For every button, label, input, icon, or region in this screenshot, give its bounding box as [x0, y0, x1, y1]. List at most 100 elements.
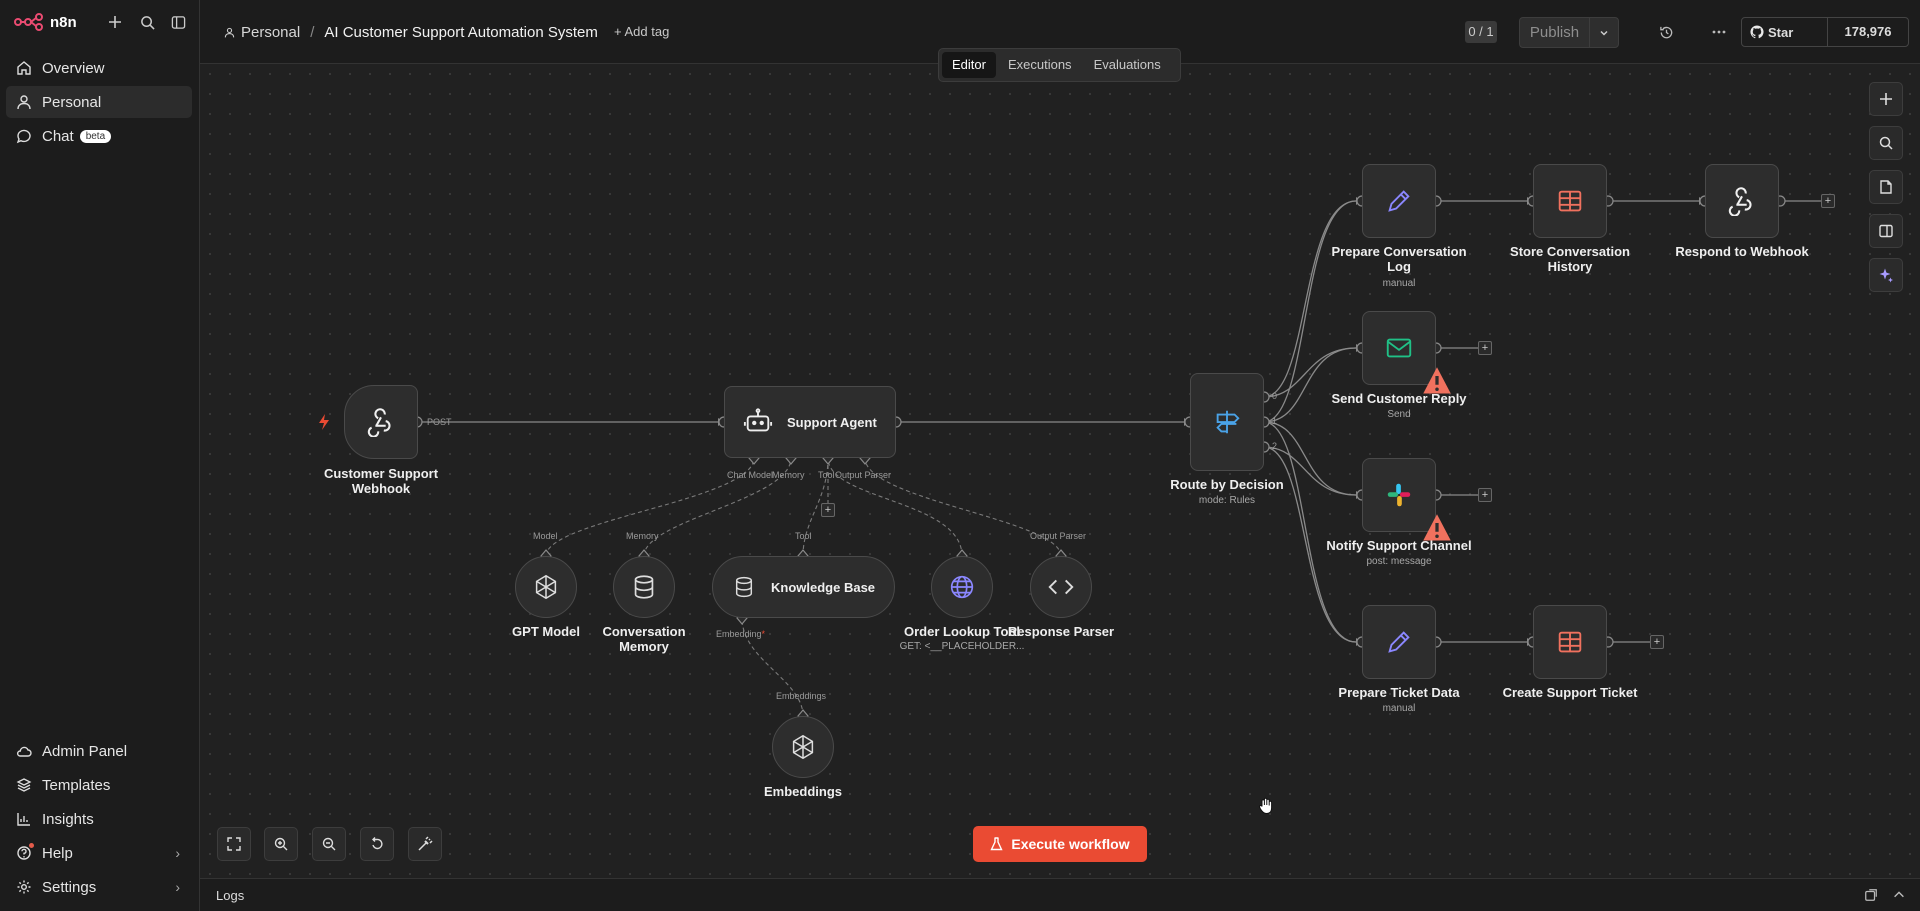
sidebar-item-label: Personal: [42, 93, 102, 111]
github-star-button[interactable]: Star 178,976: [1741, 17, 1909, 47]
mail-icon: [1386, 338, 1412, 358]
workflow-canvas[interactable]: [200, 64, 1920, 878]
sticky-note-button[interactable]: [1869, 170, 1903, 204]
sidebar-item-personal[interactable]: Personal: [6, 86, 192, 118]
add-tag-button[interactable]: + Add tag: [614, 24, 669, 39]
chevron-up-icon[interactable]: [1892, 888, 1906, 902]
node-order-lookup-tool[interactable]: [931, 556, 993, 618]
sidebar-item-overview[interactable]: Overview: [6, 52, 192, 84]
node-embeddings[interactable]: [772, 716, 834, 778]
chat-icon: [16, 129, 31, 144]
node-label: Customer Support Webhook: [323, 466, 439, 496]
sidebar-item-chat[interactable]: Chat beta: [6, 120, 192, 152]
pop-out-icon[interactable]: [1864, 888, 1878, 902]
webhook-icon: [1728, 187, 1752, 216]
node-customer-support-webhook[interactable]: [344, 385, 418, 459]
node-gpt-model[interactable]: [515, 556, 577, 618]
node-label: Notify Support Channel: [1326, 538, 1472, 553]
node-subtitle: Send: [1387, 409, 1411, 420]
sidebar-item-settings[interactable]: Settings ›: [6, 871, 192, 903]
node-send-customer-reply[interactable]: [1362, 311, 1451, 394]
database-icon: [634, 575, 654, 599]
tidy-up-button[interactable]: [408, 827, 442, 861]
collapse-sidebar-icon[interactable]: [168, 12, 188, 32]
workflow-title[interactable]: AI Customer Support Automation System: [324, 24, 597, 41]
sidebar-item-label: Help: [42, 844, 73, 862]
n8n-logo-icon: [14, 13, 43, 31]
fit-view-icon: [227, 837, 241, 851]
chart-icon: [17, 813, 30, 826]
sidebar-item-insights[interactable]: Insights: [6, 803, 192, 835]
undo-button[interactable]: [360, 827, 394, 861]
node-response-parser[interactable]: [1030, 556, 1092, 618]
node-label: Prepare Conversation Log: [1331, 244, 1467, 274]
github-star-label: Star: [1768, 24, 1794, 40]
github-star[interactable]: Star: [1742, 18, 1828, 46]
node-label: Response Parser: [1007, 624, 1115, 639]
zoom-in-button[interactable]: [264, 827, 298, 861]
hand-cursor-icon: [1259, 797, 1273, 815]
node-create-support-ticket[interactable]: [1533, 605, 1607, 679]
node-label: Store Conversation History: [1510, 244, 1630, 274]
tab-executions[interactable]: Executions: [998, 52, 1082, 78]
search-icon: [1879, 136, 1893, 150]
execute-workflow-button[interactable]: Execute workflow: [973, 826, 1147, 862]
node-label: Respond to Webhook: [1675, 244, 1809, 259]
gear-icon: [17, 880, 31, 894]
add-tool-button[interactable]: +: [821, 503, 835, 517]
port-label-post: POST: [427, 417, 452, 427]
node-knowledge-base[interactable]: Knowledge Base: [712, 556, 895, 618]
sidebar-item-help[interactable]: Help ›: [6, 837, 192, 869]
node-store-conversation-history[interactable]: [1533, 164, 1607, 238]
node-support-agent[interactable]: Support Agent: [724, 386, 896, 458]
create-plus-icon[interactable]: [105, 12, 125, 32]
node-notify-support-channel[interactable]: [1362, 458, 1451, 541]
add-node-button[interactable]: +: [1650, 635, 1664, 649]
add-node-button[interactable]: +: [1821, 194, 1835, 208]
logs-bar[interactable]: Logs: [200, 878, 1920, 911]
node-prepare-conversation-log[interactable]: [1362, 164, 1436, 238]
node-subtitle: mode: Rules: [1198, 495, 1256, 506]
sidebar-item-label: Templates: [42, 776, 111, 794]
publish-label[interactable]: Publish: [1520, 18, 1590, 47]
more-options-icon[interactable]: [1709, 22, 1729, 42]
tab-editor[interactable]: Editor: [942, 52, 996, 78]
port-label-output-parser: Output Parser: [1030, 531, 1087, 541]
sidebar-item-admin-panel[interactable]: Admin Panel: [6, 735, 192, 767]
templates-icon: [16, 778, 32, 792]
chevron-down-icon[interactable]: [1590, 18, 1618, 47]
port-label-output-parser: Output Parser: [835, 470, 892, 480]
brand-logo[interactable]: n8n: [14, 12, 77, 32]
plus-icon: [1880, 93, 1892, 105]
github-star-count: 178,976: [1844, 24, 1892, 39]
version-counter: 0 / 1: [1465, 21, 1497, 43]
trigger-bolt-icon: [319, 414, 329, 430]
node-conversation-memory[interactable]: [613, 556, 675, 618]
add-node-button[interactable]: +: [1478, 488, 1492, 502]
execute-workflow-label: Execute workflow: [1011, 836, 1130, 852]
zoom-out-button[interactable]: [312, 827, 346, 861]
history-icon[interactable]: [1656, 22, 1676, 42]
database-icon: [735, 576, 753, 598]
search-icon[interactable]: [137, 12, 157, 32]
port-label-memory: Memory: [626, 531, 659, 541]
tab-evaluations[interactable]: Evaluations: [1084, 52, 1171, 78]
breadcrumb-project[interactable]: Personal: [241, 24, 300, 41]
logs-title: Logs: [216, 888, 245, 903]
node-respond-to-webhook[interactable]: [1705, 164, 1779, 238]
ai-assistant-button[interactable]: [1869, 258, 1903, 292]
node-prepare-ticket-data[interactable]: [1362, 605, 1436, 679]
add-node-button[interactable]: +: [1478, 341, 1492, 355]
toggle-panel-button[interactable]: [1869, 214, 1903, 248]
node-label: Order Lookup Tool: [903, 624, 1021, 639]
canvas-search-button[interactable]: [1869, 126, 1903, 160]
add-node-panel-button[interactable]: [1869, 82, 1903, 116]
view-tabs: Editor Executions Evaluations: [938, 48, 1181, 82]
node-route-by-decision[interactable]: [1190, 373, 1264, 471]
publish-button[interactable]: Publish: [1519, 17, 1619, 48]
port-label-embeddings: Embeddings: [776, 691, 827, 701]
fit-view-button[interactable]: [217, 827, 251, 861]
sidebar-item-templates[interactable]: Templates: [6, 769, 192, 801]
node-label: Route by Decision: [1170, 477, 1284, 492]
chevron-right-icon: ›: [175, 845, 180, 861]
